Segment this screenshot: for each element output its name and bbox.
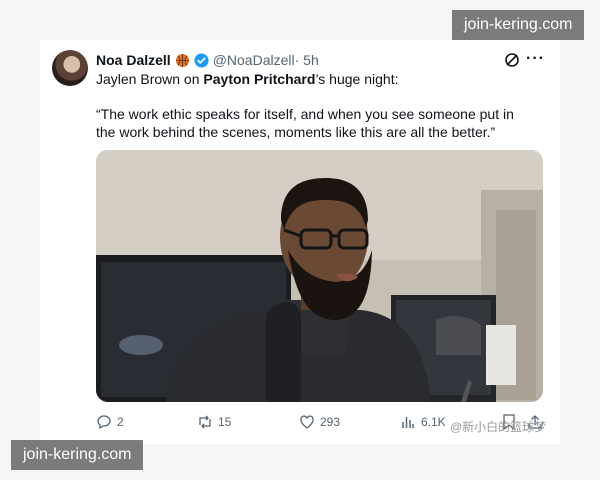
source-watermark: @新小白的篮球梦 [450, 420, 547, 434]
repost-count: 15 [218, 415, 232, 429]
reply-icon [97, 415, 111, 430]
tweet-text: Jaylen Brown on Payton Pritchard’s huge … [96, 70, 398, 88]
text-prefix: Jaylen Brown on [96, 71, 204, 87]
author-name[interactable]: Noa Dalzell [96, 51, 171, 69]
more-options-icon[interactable]: ··· [526, 50, 545, 68]
mentioned-player: Payton Pritchard [203, 71, 316, 87]
video-frame [96, 150, 543, 402]
watermark-top: join-kering.com [452, 10, 585, 40]
heart-icon [300, 415, 314, 429]
author-handle[interactable]: @NoaDalzell [213, 51, 295, 69]
view-count: 6.1K [421, 415, 446, 429]
avatar[interactable] [52, 50, 88, 86]
post-time[interactable]: · 5h [295, 51, 319, 69]
verified-icon [194, 52, 209, 68]
views-button[interactable]: 6.1K [400, 414, 446, 430]
basketball-icon [175, 53, 189, 67]
reply-count: 2 [117, 415, 124, 429]
text-suffix: ’s huge night: [315, 71, 399, 87]
repost-button[interactable]: 15 [197, 414, 231, 430]
tweet-video[interactable] [96, 150, 543, 402]
views-icon [402, 417, 414, 428]
grok-icon[interactable] [503, 51, 521, 69]
repost-icon [199, 415, 211, 429]
tweet-header: Noa Dalzell @NoaDalzell · 5h [96, 51, 319, 69]
reply-button[interactable]: 2 [96, 414, 124, 430]
watermark-bottom: join-kering.com [11, 440, 144, 470]
like-count: 293 [320, 415, 341, 429]
like-button[interactable]: 293 [299, 414, 340, 430]
tweet-quote: “The work ethic speaks for itself, and w… [96, 106, 514, 140]
